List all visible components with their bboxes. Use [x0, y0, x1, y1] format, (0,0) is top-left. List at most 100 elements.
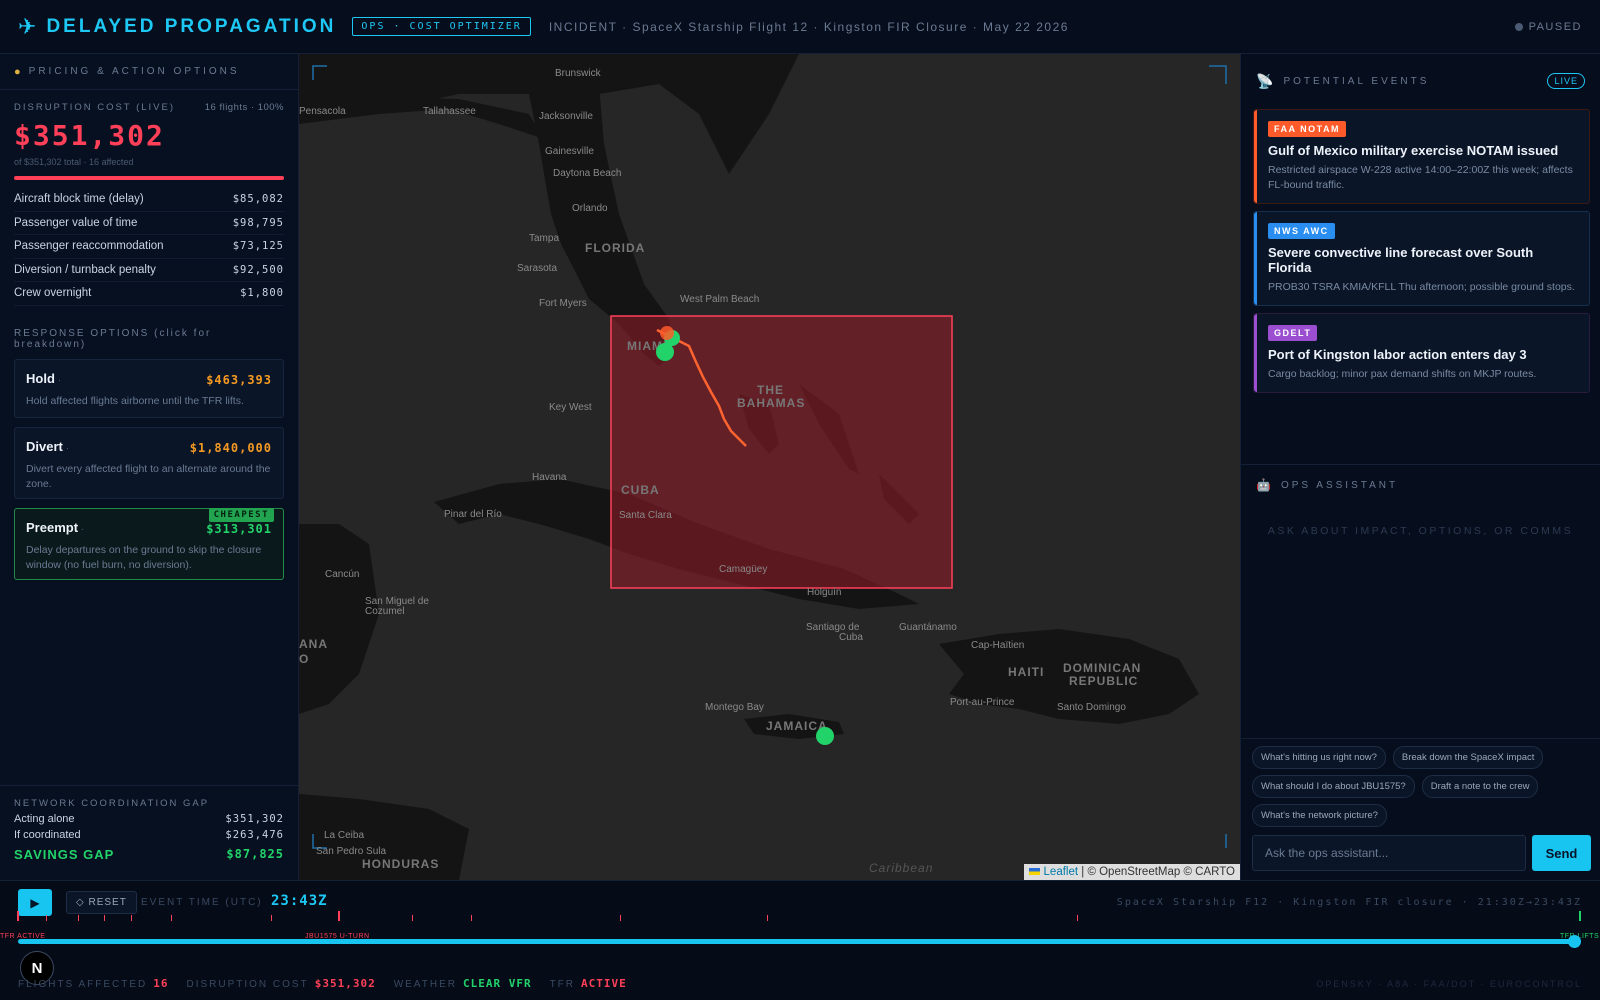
timeline-tick [171, 915, 172, 921]
option-name: Divert [26, 438, 63, 454]
stat-value: $351,302 [314, 977, 376, 990]
timeline-tick [271, 915, 272, 921]
send-button[interactable]: Send [1532, 835, 1591, 871]
option-description: Delay departures on the ground to skip t… [26, 543, 262, 571]
suggestion-chips: What's hitting us right now? Break down … [1241, 738, 1600, 827]
suggestion-chip[interactable]: What's the network picture? [1252, 804, 1387, 827]
map-label: CUBA [621, 483, 660, 497]
cost-subtext: of $351,302 total · 16 affected [14, 157, 134, 167]
suggestion-chip[interactable]: What's hitting us right now? [1252, 746, 1386, 769]
breakdown-row: Passenger value of time $98,795 [14, 212, 284, 235]
stat-tfr: TFR ACTIVE [550, 977, 627, 990]
suggestion-chip[interactable]: What should I do about JBU1575? [1252, 775, 1415, 798]
breakdown-row: Diversion / turnback penalty $92,500 [14, 259, 284, 282]
stat-label: DISRUPTION COST [186, 979, 309, 990]
option-divert[interactable]: Divert · $1,840,000 Divert every affected… [14, 426, 284, 499]
option-price: $1,840,000 [189, 440, 272, 455]
timeline-marker-uturn [338, 911, 340, 921]
event-stripe [1254, 110, 1257, 203]
event-title: Severe convective line forecast over Sou… [1268, 245, 1534, 275]
cheapest-badge: CHEAPEST [208, 507, 274, 522]
option-hold[interactable]: Hold · $463,393 Hold affected flights air… [14, 358, 284, 418]
live-badge: LIVE [1547, 73, 1585, 89]
suggestion-chip[interactable]: Break down the SpaceX impact [1392, 746, 1544, 769]
land-yucatan [299, 524, 379, 714]
map-label: Sarasota [517, 263, 557, 274]
aircraft-marker-kingston[interactable] [816, 727, 834, 745]
map-label: Guantánamo [899, 622, 957, 633]
pricing-panel: ● PRICING & ACTION OPTIONS DISRUPTION CO… [0, 54, 299, 880]
gap-title: NETWORK COORDINATION GAP [14, 798, 210, 809]
assistant-input[interactable] [1252, 835, 1526, 871]
aircraft-marker-alert[interactable] [660, 326, 674, 340]
leaflet-link[interactable]: Leaflet [1044, 866, 1079, 878]
reset-button[interactable]: ◇ RESET [66, 891, 137, 914]
timeline-tick [46, 915, 47, 921]
map-label: DOMINICAN [1063, 661, 1141, 675]
stat-label: FLIGHTS AFFECTED [18, 979, 148, 990]
cost-meta: 16 flights · 100% [204, 102, 284, 113]
gap-row-alone: Acting alone $351,302 [14, 813, 284, 825]
breakdown-label: Diversion / turnback penalty [14, 263, 156, 276]
timeline-track[interactable] [18, 939, 1581, 944]
cost-breakdown: Aircraft block time (delay) $85,082 Passe… [14, 188, 284, 306]
events-panel-header: 📡 POTENTIAL EVENTS LIVE [1241, 60, 1600, 102]
event-card-notam[interactable]: FAA NOTAM Gulf of Mexico military exerci… [1253, 109, 1590, 204]
timeline-tick [78, 915, 79, 921]
gap-value: $351,302 [225, 813, 284, 825]
map-label: Port-au-Prince [950, 697, 1015, 708]
event-title: Gulf of Mexico military exercise NOTAM i… [1268, 143, 1559, 158]
breakdown-value: $85,082 [232, 193, 284, 206]
map-label: HONDURAS [362, 857, 439, 871]
stat-value: 16 [153, 977, 169, 990]
map-label: Fort Myers [539, 298, 587, 309]
ukraine-flag-icon [1029, 868, 1041, 876]
map-label: Daytona Beach [553, 168, 621, 179]
cost-progress-bar [14, 176, 284, 180]
event-card-nws[interactable]: NWS AWC Severe convective line forecast … [1253, 211, 1590, 306]
gap-label: SAVINGS GAP [14, 847, 115, 862]
timeline-tick [131, 915, 132, 921]
events-title: POTENTIAL EVENTS [1283, 75, 1430, 87]
gap-row-savings: SAVINGS GAP $87,825 [14, 847, 284, 862]
breakdown-row: Crew overnight $1,800 [14, 282, 284, 306]
map-label: Brunswick [555, 68, 602, 79]
status-label: PAUSED [1528, 20, 1582, 33]
map-label: Holguín [807, 587, 841, 598]
map-label: Pinar del Río [444, 509, 502, 520]
option-preempt[interactable]: Preempt · $313,301 CHEAPEST Delay departu… [14, 507, 284, 580]
gap-label: Acting alone [14, 813, 75, 825]
event-card-gdelt[interactable]: GDELT Port of Kingston labor action ente… [1253, 313, 1590, 393]
assistant-title: OPS ASSISTANT [1280, 479, 1399, 491]
map-view[interactable]: Brunswick Pensacola Tallahassee Jacksonv… [299, 54, 1240, 880]
map-label: Havana [532, 472, 567, 483]
stat-label: WEATHER [393, 979, 457, 990]
option-name: Preempt [26, 519, 79, 535]
breakdown-row: Passenger reaccommodation $73,125 [14, 235, 284, 259]
map-label: La Ceiba [324, 830, 364, 841]
breakdown-label: Passenger reaccommodation [14, 240, 164, 253]
event-source-badge: FAA NOTAM [1268, 121, 1346, 137]
play-button[interactable]: ▶ [18, 889, 52, 916]
breakdown-value: $98,795 [232, 216, 284, 229]
event-time-label: EVENT TIME (UTC) [141, 897, 263, 908]
gap-label: If coordinated [14, 829, 81, 841]
timeline-tick [104, 915, 105, 921]
event-stripe [1254, 314, 1257, 392]
assistant-input-row: Send [1252, 835, 1591, 871]
cost-header: DISRUPTION COST (LIVE) 16 flights · 100% [14, 102, 284, 113]
event-title: Port of Kingston labor action enters day… [1268, 347, 1527, 362]
aircraft-marker[interactable] [656, 343, 674, 361]
timeline-tick [767, 915, 768, 921]
stat-value: ACTIVE [581, 977, 627, 990]
satellite-icon: 📡 [1256, 72, 1274, 89]
timeline-scrubber-handle[interactable] [1568, 935, 1581, 948]
event-stripe [1254, 212, 1257, 305]
map-label: San Pedro Sula [316, 846, 386, 857]
event-description: Cargo backlog; minor pax demand shifts o… [1268, 368, 1537, 380]
expand-dot-icon: · [57, 374, 62, 386]
status-dot-icon [1514, 22, 1523, 31]
suggestion-chip[interactable]: Draft a note to the crew [1421, 775, 1539, 798]
robot-icon: 🤖 [1256, 478, 1271, 492]
cost-label: DISRUPTION COST (LIVE) [14, 102, 176, 113]
